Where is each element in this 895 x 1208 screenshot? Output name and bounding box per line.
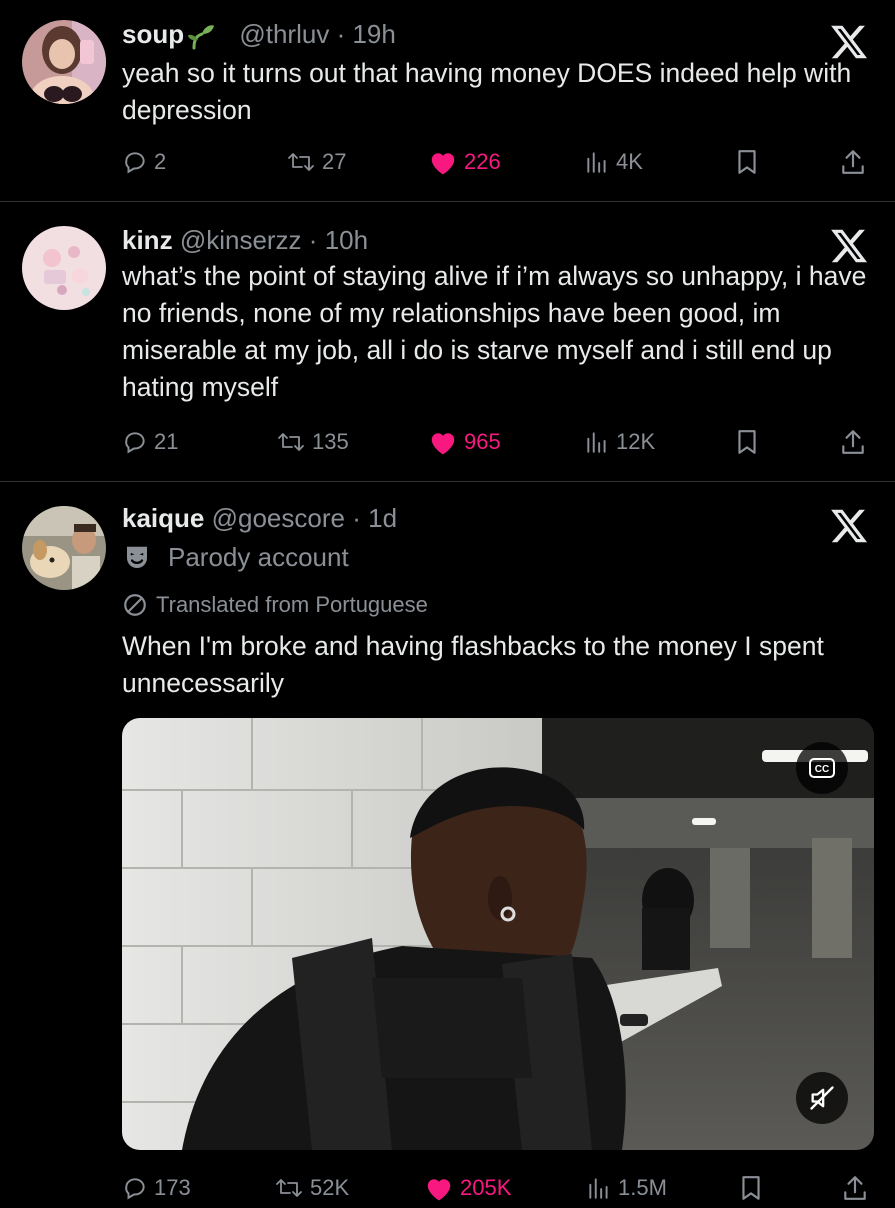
reply-button[interactable]: 173 (122, 1168, 191, 1208)
handle[interactable]: @goescore (212, 503, 345, 533)
tweet-actions: 173 52K 205K 1.5M (122, 1168, 872, 1208)
display-name[interactable]: soup (122, 19, 184, 49)
tweet-1-header: soup @thrluv · 19h (122, 18, 396, 50)
reply-icon (125, 1178, 145, 1200)
cc-icon: CC (809, 758, 835, 778)
repost-icon (288, 153, 314, 171)
display-name[interactable]: kaique (122, 503, 204, 533)
tweet-text: When I'm broke and having flashbacks to … (122, 631, 824, 698)
share-button[interactable] (842, 1168, 868, 1208)
reply-count: 173 (154, 1175, 191, 1200)
separator-dot: · (308, 225, 318, 255)
heart-icon (431, 433, 455, 455)
captions-button[interactable]: CC (796, 742, 848, 794)
like-button[interactable]: 226 (428, 142, 501, 182)
tweet-text: what’s the point of staying alive if i’m… (122, 261, 867, 402)
sprout-emoji-icon (188, 25, 215, 50)
repost-button[interactable]: 135 (276, 422, 349, 462)
like-button[interactable]: 205K (424, 1168, 511, 1208)
views-count: 1.5M (618, 1175, 667, 1200)
timestamp[interactable]: 10h (325, 225, 368, 255)
repost-icon (278, 433, 304, 451)
reply-button[interactable]: 2 (122, 142, 166, 182)
mute-button[interactable] (796, 1072, 848, 1124)
like-count: 965 (464, 429, 501, 454)
reply-button[interactable]: 21 (122, 422, 178, 462)
bookmark-button[interactable] (738, 1168, 764, 1208)
views-icon (587, 432, 606, 453)
timestamp[interactable]: 19h (352, 19, 395, 49)
views-count: 12K (616, 429, 656, 454)
video-thumbnail (122, 718, 874, 1150)
handle[interactable]: @thrluv (239, 19, 329, 49)
views-button[interactable]: 1.5M (586, 1168, 667, 1208)
bookmark-icon (738, 430, 756, 454)
repost-count: 135 (312, 429, 349, 454)
parody-label-text: Parody account (168, 542, 349, 572)
heart-icon (431, 153, 455, 175)
repost-button[interactable]: 52K (274, 1168, 349, 1208)
avatar-kaique[interactable] (22, 506, 106, 590)
tweet-2[interactable]: kinz @kinserzz · 10h what’s the point of… (0, 202, 895, 480)
avatar-kinz[interactable] (22, 226, 106, 310)
views-count: 4K (616, 149, 643, 174)
separator-dot: · (352, 503, 361, 533)
tweet-actions: 2 27 226 4K (122, 142, 872, 182)
views-icon (589, 1178, 608, 1199)
timestamp[interactable]: 1d (368, 503, 397, 533)
reply-icon (125, 152, 145, 174)
share-icon (842, 430, 864, 454)
tweet-1[interactable]: soup @thrluv · 19h yeah so it turns out … (0, 0, 895, 200)
like-button[interactable]: 965 (428, 422, 501, 462)
handle[interactable]: @kinserzz (180, 225, 302, 255)
avatar-soup[interactable] (22, 20, 106, 104)
like-count: 205K (460, 1175, 512, 1200)
reply-count: 21 (154, 429, 179, 454)
repost-button[interactable]: 27 (286, 142, 346, 182)
bookmark-button[interactable] (734, 142, 760, 182)
reply-count: 2 (154, 149, 167, 174)
share-button[interactable] (840, 422, 866, 462)
mask-icon (127, 546, 147, 568)
display-name[interactable]: kinz (122, 225, 173, 255)
share-icon (842, 150, 864, 174)
like-count: 226 (464, 149, 501, 174)
video-player[interactable]: CC (122, 718, 874, 1150)
translate-icon (124, 594, 146, 616)
reply-icon (125, 432, 145, 454)
repost-icon (276, 1179, 302, 1197)
tweet-2-header: kinz @kinserzz · 10h (122, 224, 368, 256)
share-button[interactable] (840, 142, 866, 182)
separator-dot: · (336, 19, 346, 49)
repost-count: 27 (322, 149, 347, 174)
translated-label[interactable]: Translated from Portuguese (122, 592, 428, 618)
share-icon (844, 1176, 866, 1200)
heart-icon (427, 1179, 451, 1201)
svg-text:CC: CC (815, 764, 829, 775)
parody-label: Parody account (122, 542, 349, 573)
views-button[interactable]: 12K (584, 422, 655, 462)
muted-speaker-icon (810, 1086, 834, 1110)
translated-label-text: Translated from Portuguese (156, 592, 428, 617)
bookmark-icon (738, 150, 756, 174)
views-icon (587, 152, 606, 173)
bookmark-icon (742, 1176, 760, 1200)
repost-count: 52K (310, 1175, 350, 1200)
views-button[interactable]: 4K (584, 142, 643, 182)
x-logo-icon (831, 509, 868, 543)
tweet-actions: 21 135 965 12K (122, 422, 872, 462)
tweet-3-header: kaique @goescore · 1d (122, 502, 397, 534)
tweet-text: yeah so it turns out that having money D… (122, 58, 852, 125)
bookmark-button[interactable] (734, 422, 760, 462)
